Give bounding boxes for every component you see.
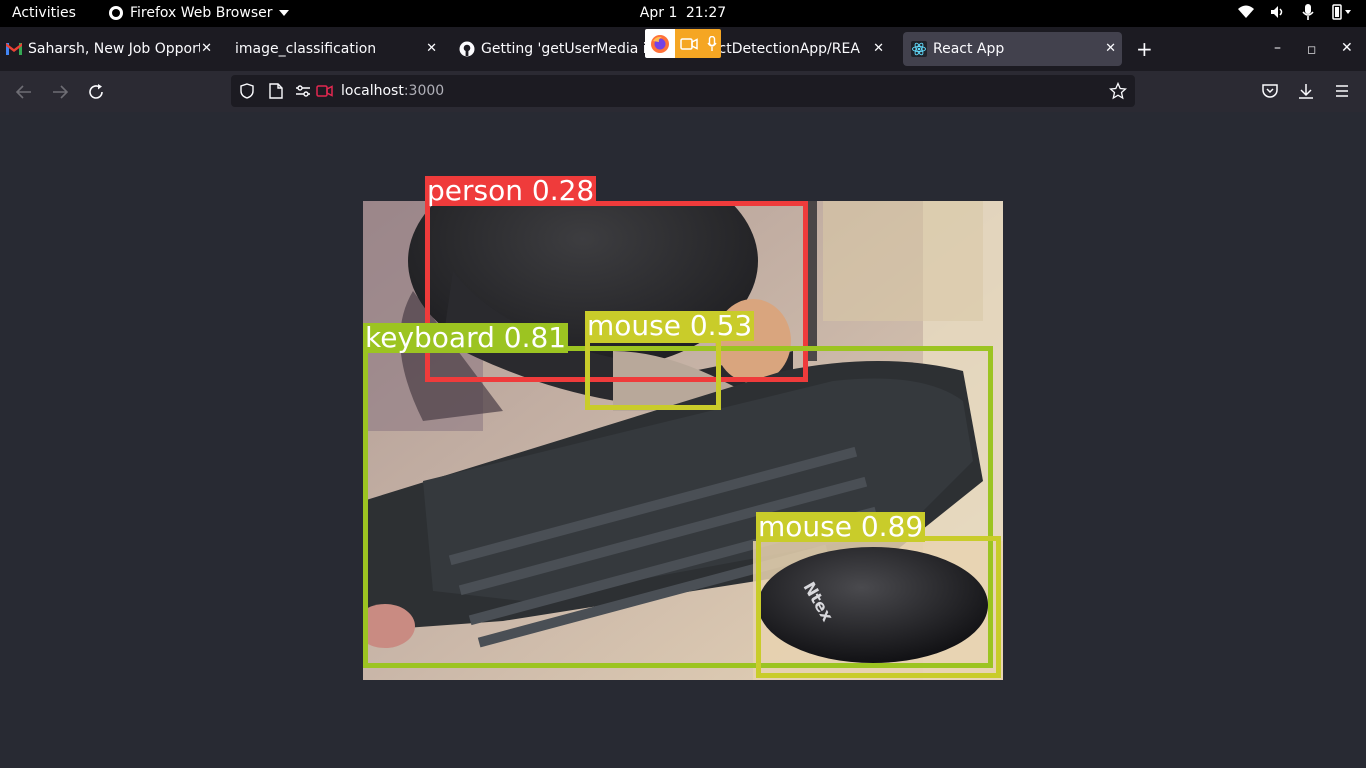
system-tray[interactable] — [1238, 4, 1352, 20]
address-bar[interactable]: localhost:3000 — [231, 75, 1135, 107]
page-icon[interactable] — [269, 83, 283, 99]
detection-label-mouse-1: mouse 0.53 — [585, 309, 755, 342]
url-host: localhost — [341, 83, 404, 99]
clock-date: Apr 1 — [639, 5, 678, 21]
tab-title: Getting 'getUserMedia is — [481, 41, 649, 57]
shield-icon[interactable] — [239, 83, 255, 99]
back-arrow-icon[interactable] — [14, 82, 34, 102]
camera-sharing-icon[interactable] — [316, 85, 333, 97]
reload-icon[interactable] — [86, 82, 106, 102]
power-icon — [1332, 4, 1351, 20]
close-icon[interactable]: ✕ — [426, 41, 437, 56]
close-icon[interactable]: ✕ — [1105, 41, 1116, 56]
detection-box-mouse-2 — [756, 536, 1001, 678]
download-icon[interactable] — [1297, 82, 1315, 100]
webrtc-sharing-indicator[interactable] — [645, 29, 721, 58]
tab-github-getusermedia[interactable]: Getting 'getUserMedia is — [459, 32, 649, 66]
firefox-icon — [645, 29, 675, 58]
system-top-bar: Activities Firefox Web Browser Apr 1 21:… — [0, 0, 1366, 27]
microphone-icon — [1302, 4, 1314, 20]
tab-image-classification[interactable]: image_classification ✕ — [235, 32, 443, 66]
gmail-icon — [6, 41, 22, 57]
close-icon[interactable]: ✕ — [201, 41, 212, 56]
detection-canvas: Ntex person 0.28 keyboard 0.81 mouse 0.5… — [363, 176, 1003, 680]
tab-github-objectdetection[interactable]: jectDetectionApp/REA ✕ — [706, 32, 890, 66]
tab-title: jectDetectionApp/REA — [706, 41, 860, 57]
clock-time: 21:27 — [685, 5, 727, 21]
detection-label-mouse-2: mouse 0.89 — [756, 510, 926, 543]
url-port: :3000 — [403, 83, 445, 99]
microphone-icon — [706, 36, 717, 51]
tab-gmail[interactable]: Saharsh, New Job Opport ✕ — [6, 32, 218, 66]
menu-icon[interactable] — [1333, 82, 1351, 100]
minimize-button[interactable]: – — [1274, 40, 1281, 56]
navigation-toolbar: localhost:3000 — [0, 71, 1366, 112]
tab-react-app[interactable]: React App ✕ — [903, 32, 1122, 66]
volume-icon — [1271, 6, 1283, 18]
github-icon — [459, 41, 475, 57]
tab-title: image_classification — [235, 41, 377, 57]
close-icon[interactable]: ✕ — [873, 41, 884, 56]
camera-icon — [679, 37, 698, 50]
new-tab-button[interactable]: + — [1136, 37, 1153, 61]
maximize-button[interactable]: ◻ — [1307, 43, 1316, 56]
bookmark-star-icon[interactable] — [1109, 82, 1127, 100]
tab-title: Saharsh, New Job Opport — [28, 41, 200, 57]
tab-title: React App — [933, 41, 1005, 57]
wifi-icon — [1238, 5, 1254, 18]
clock[interactable]: Apr 1 21:27 — [0, 5, 1366, 21]
detection-box-mouse-1 — [585, 338, 721, 410]
permissions-icon[interactable] — [295, 85, 311, 97]
detection-label-keyboard: keyboard 0.81 — [363, 321, 569, 354]
forward-arrow-icon[interactable] — [50, 82, 70, 102]
react-icon — [911, 41, 927, 57]
detection-label-person: person 0.28 — [425, 174, 597, 207]
url-text[interactable]: localhost:3000 — [341, 83, 444, 99]
close-window-button[interactable]: ✕ — [1341, 40, 1353, 56]
pocket-icon[interactable] — [1261, 82, 1279, 100]
